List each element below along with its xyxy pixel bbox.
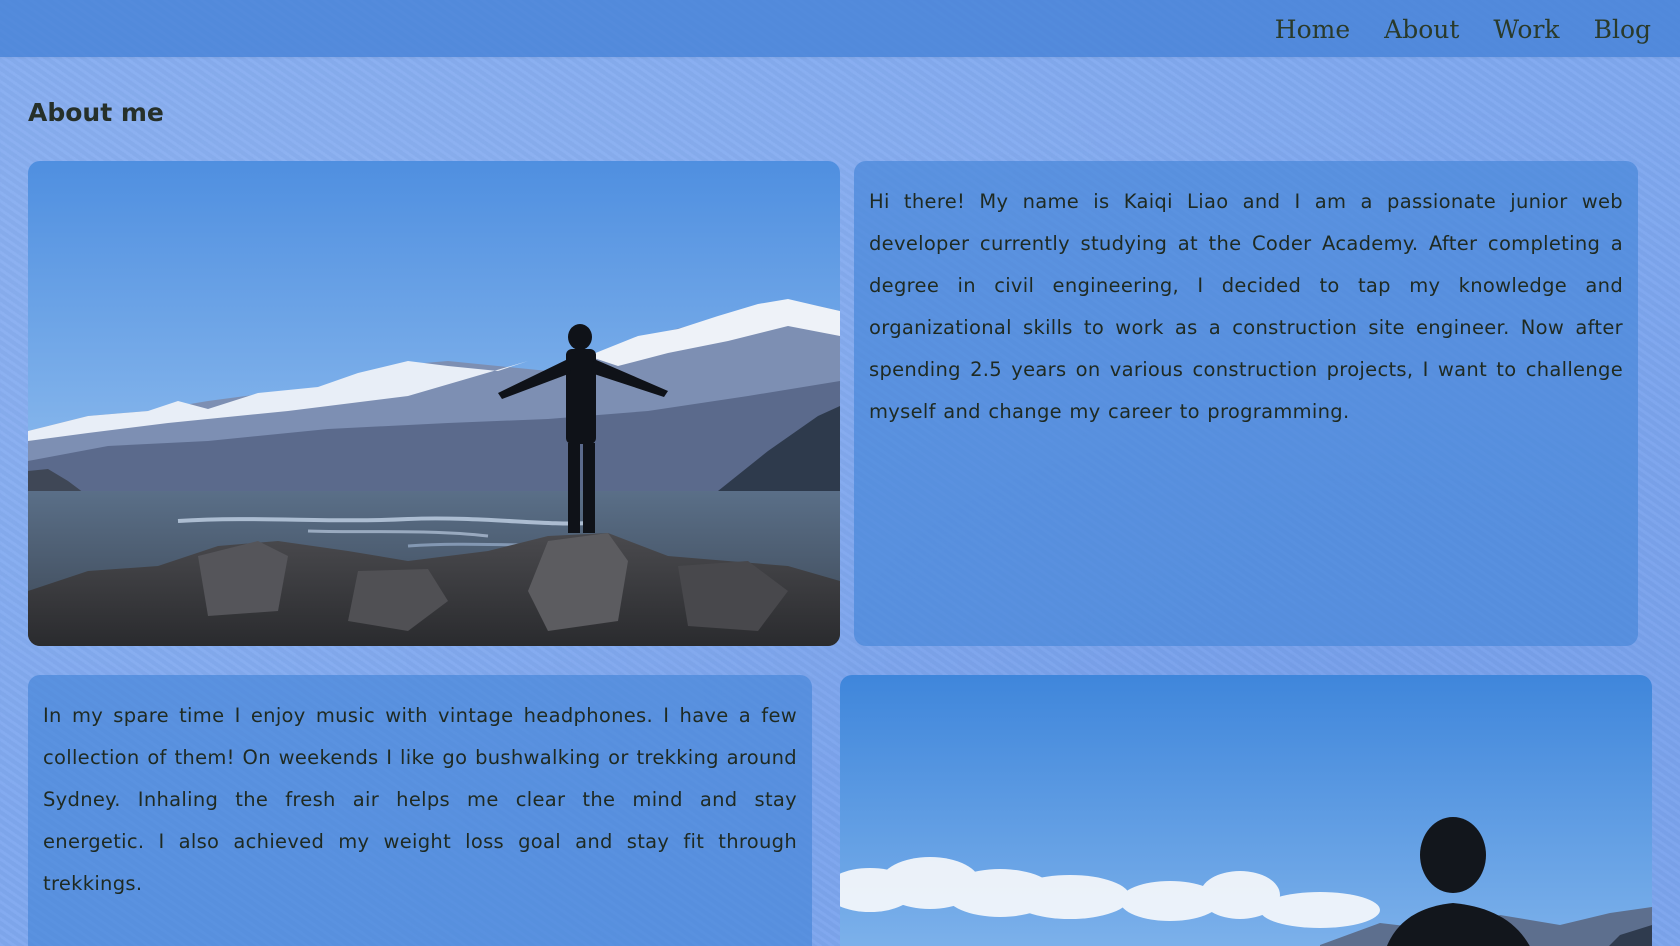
- sky-photo: [840, 675, 1652, 946]
- nav-item-blog: Blog: [1594, 13, 1651, 47]
- nav-item-about: About: [1384, 13, 1459, 47]
- nav-link-blog[interactable]: Blog: [1594, 15, 1651, 44]
- mountain-photo-illustration: [28, 161, 840, 646]
- nav-item-work: Work: [1493, 13, 1559, 47]
- nav-item-home: Home: [1275, 13, 1350, 47]
- sky-photo-illustration: [840, 675, 1652, 946]
- hobbies-card: In my spare time I enjoy music with vint…: [28, 675, 812, 946]
- nav-link-work[interactable]: Work: [1493, 15, 1559, 44]
- intro-card: Hi there! My name is Kaiqi Liao and I am…: [854, 161, 1638, 646]
- mountain-photo: [28, 161, 840, 646]
- hobbies-paragraph: In my spare time I enjoy music with vint…: [43, 704, 797, 895]
- navbar: Home About Work Blog: [0, 0, 1680, 57]
- nav-menu: Home About Work Blog: [1275, 13, 1651, 47]
- nav-link-home[interactable]: Home: [1275, 15, 1350, 44]
- nav-link-about[interactable]: About: [1384, 15, 1459, 44]
- intro-paragraph: Hi there! My name is Kaiqi Liao and I am…: [869, 190, 1623, 423]
- page-title: About me: [28, 98, 164, 127]
